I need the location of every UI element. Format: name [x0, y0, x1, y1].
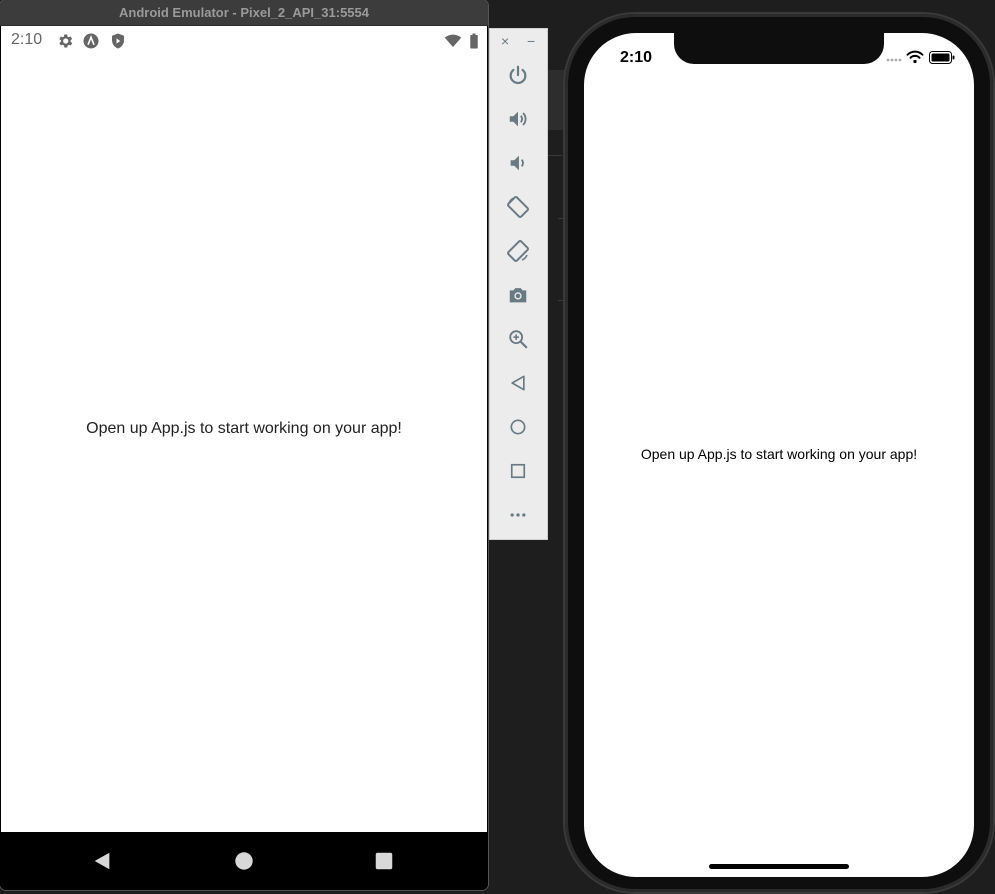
minimize-toolbar-button[interactable]: −	[527, 33, 535, 49]
cellular-signal-icon	[886, 58, 902, 62]
settings-gear-icon	[59, 34, 73, 48]
volume-down-icon	[510, 155, 524, 171]
back-button[interactable]	[504, 369, 532, 397]
background-divider	[548, 155, 562, 156]
back-triangle-icon[interactable]	[91, 850, 113, 872]
battery-icon	[470, 33, 478, 49]
more-dots-icon	[510, 513, 526, 517]
home-button[interactable]	[504, 413, 532, 441]
rotate-left-button[interactable]	[504, 193, 532, 221]
ios-battery-icon	[929, 51, 955, 64]
overview-square-outline-icon	[510, 463, 526, 479]
android-navigation-bar	[0, 832, 488, 890]
overview-button[interactable]	[504, 457, 532, 485]
iphone-screen[interactable]: 2:10 Open up App.js to start working on …	[584, 33, 974, 877]
iphone-simulator-frame: 2:10 Open up App.js to start working on …	[565, 14, 993, 892]
play-protect-shield-icon	[112, 33, 124, 49]
volume-up-button[interactable]	[504, 105, 532, 133]
zoom-in-icon	[509, 330, 528, 349]
emulator-toolbar: × −	[489, 28, 548, 540]
iphone-notch	[674, 33, 884, 64]
back-triangle-outline-icon	[511, 375, 525, 391]
power-button[interactable]	[504, 61, 532, 89]
rotate-left-icon	[507, 196, 529, 218]
android-status-bar: 2:10	[1, 26, 487, 54]
home-indicator[interactable]	[709, 864, 849, 869]
window-title: Android Emulator - Pixel_2_API_31:5554	[0, 0, 488, 26]
volume-down-button[interactable]	[504, 149, 532, 177]
app-message: Open up App.js to start working on your …	[640, 446, 918, 462]
android-status-time: 2:10	[11, 31, 43, 48]
volume-up-icon	[509, 111, 527, 127]
app-message: Open up App.js to start working on your …	[86, 420, 402, 437]
app-notification-icon	[83, 33, 99, 49]
home-circle-icon[interactable]	[233, 850, 255, 872]
ios-status-time: 2:10	[620, 49, 653, 66]
more-button[interactable]	[504, 501, 532, 529]
wifi-icon	[444, 34, 462, 47]
android-screen[interactable]: 2:10 Open up App.js to start working on …	[1, 26, 487, 832]
close-toolbar-button[interactable]: ×	[501, 33, 509, 49]
zoom-button[interactable]	[504, 325, 532, 353]
rotate-right-icon	[507, 240, 529, 262]
ios-wifi-icon	[906, 50, 924, 64]
camera-icon	[509, 288, 527, 303]
overview-square-icon[interactable]	[373, 850, 395, 872]
rotate-right-button[interactable]	[504, 237, 532, 265]
home-circle-outline-icon	[510, 419, 526, 435]
screenshot-button[interactable]	[504, 281, 532, 309]
power-icon	[509, 65, 527, 85]
android-emulator-window: Android Emulator - Pixel_2_API_31:5554 2…	[0, 0, 488, 890]
